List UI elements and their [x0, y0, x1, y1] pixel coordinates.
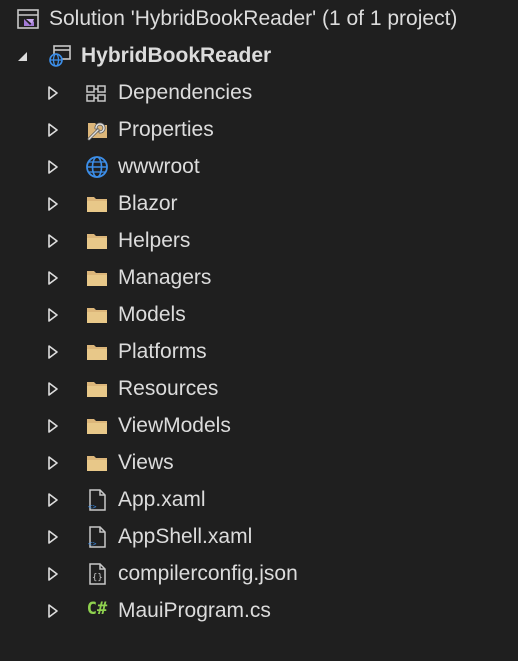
tree-item-label: ViewModels [118, 414, 231, 437]
collapsed-caret-icon[interactable] [46, 159, 60, 175]
tree-item-folder-blazor[interactable]: Blazor [0, 185, 518, 222]
tree-item-dependencies[interactable]: Dependencies [0, 74, 518, 111]
tree-item-folder-views[interactable]: Views [0, 444, 518, 481]
collapsed-caret-icon[interactable] [46, 418, 60, 434]
collapsed-caret-icon[interactable] [46, 381, 60, 397]
project-node[interactable]: HybridBookReader [0, 37, 518, 74]
tree-item-folder-managers[interactable]: Managers [0, 259, 518, 296]
tree-item-compilerconfig-json[interactable]: {} compilerconfig.json [0, 555, 518, 592]
collapsed-caret-icon[interactable] [46, 566, 60, 582]
solution-explorer-tree: Solution 'HybridBookReader' (1 of 1 proj… [0, 0, 518, 661]
tree-item-label: Platforms [118, 340, 207, 363]
collapsed-caret-icon[interactable] [46, 455, 60, 471]
solution-node[interactable]: Solution 'HybridBookReader' (1 of 1 proj… [0, 0, 518, 37]
tree-item-label: Models [118, 303, 186, 326]
project-label: HybridBookReader [81, 44, 272, 67]
collapsed-caret-icon[interactable] [46, 529, 60, 545]
tree-item-label: Properties [118, 118, 214, 141]
expanded-caret-icon[interactable] [16, 48, 30, 64]
collapsed-caret-icon[interactable] [46, 85, 60, 101]
svg-text:<>: <> [88, 503, 96, 511]
collapsed-caret-icon[interactable] [46, 492, 60, 508]
collapsed-caret-icon[interactable] [46, 307, 60, 323]
tree-item-appshell-xaml[interactable]: <> AppShell.xaml [0, 518, 518, 555]
tree-item-label: compilerconfig.json [118, 562, 298, 585]
tree-item-label: Dependencies [118, 81, 253, 104]
folder-icon [85, 303, 109, 327]
tree-item-label: Blazor [118, 192, 178, 215]
tree-item-label: Resources [118, 377, 219, 400]
collapsed-caret-icon[interactable] [46, 233, 60, 249]
tree-item-folder-resources[interactable]: Resources [0, 370, 518, 407]
folder-icon [85, 340, 109, 364]
collapsed-caret-icon[interactable] [46, 270, 60, 286]
tree-item-label: Helpers [118, 229, 191, 252]
folder-icon [85, 377, 109, 401]
tree-item-label: App.xaml [118, 488, 206, 511]
csharp-file-icon: C# [86, 598, 108, 619]
solution-label: Solution 'HybridBookReader' (1 of 1 proj… [49, 7, 458, 30]
collapsed-caret-icon[interactable] [46, 122, 60, 138]
tree-item-folder-models[interactable]: Models [0, 296, 518, 333]
tree-item-properties[interactable]: Properties [0, 111, 518, 148]
tree-item-folder-viewmodels[interactable]: ViewModels [0, 407, 518, 444]
tree-item-app-xaml[interactable]: <> App.xaml [0, 481, 518, 518]
collapsed-caret-icon[interactable] [46, 196, 60, 212]
svg-text:<>: <> [88, 540, 96, 548]
collapsed-caret-icon[interactable] [46, 603, 60, 619]
globe-icon [85, 155, 109, 179]
tree-item-label: wwwroot [118, 155, 200, 178]
dependencies-icon [85, 81, 109, 105]
tree-item-folder-platforms[interactable]: Platforms [0, 333, 518, 370]
folder-icon [85, 229, 109, 253]
web-project-icon [48, 44, 72, 68]
xaml-file-icon: <> [85, 525, 109, 549]
folder-icon [85, 192, 109, 216]
tree-item-label: MauiProgram.cs [118, 599, 271, 622]
tree-item-label: Views [118, 451, 174, 474]
properties-wrench-icon [85, 118, 109, 142]
svg-text:{}: {} [92, 573, 103, 583]
folder-icon [85, 451, 109, 475]
tree-item-wwwroot[interactable]: wwwroot [0, 148, 518, 185]
tree-item-mauiprogram-cs[interactable]: C# MauiProgram.cs [0, 592, 518, 629]
folder-icon [85, 414, 109, 438]
solution-icon [16, 7, 40, 31]
tree-item-label: AppShell.xaml [118, 525, 253, 548]
folder-icon [85, 266, 109, 290]
json-file-icon: {} [85, 562, 109, 586]
tree-item-label: Managers [118, 266, 212, 289]
tree-item-folder-helpers[interactable]: Helpers [0, 222, 518, 259]
xaml-file-icon: <> [85, 488, 109, 512]
collapsed-caret-icon[interactable] [46, 344, 60, 360]
